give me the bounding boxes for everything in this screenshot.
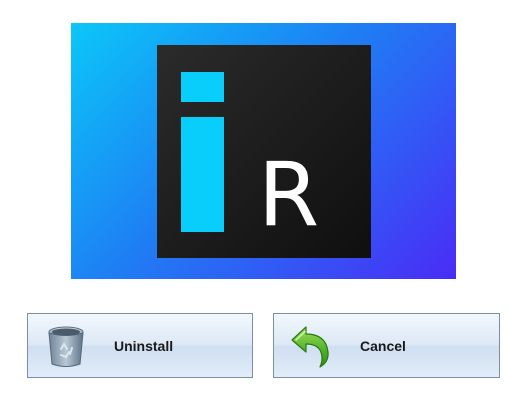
product-banner: R <box>71 23 456 279</box>
uninstall-button-label: Uninstall <box>114 337 174 354</box>
uninstaller-window: R Uninstall Cancel <box>0 0 510 411</box>
back-arrow-icon <box>288 322 336 370</box>
cancel-button-label: Cancel <box>360 337 406 354</box>
cancel-button[interactable]: Cancel <box>273 313 500 378</box>
recycle-bin-icon <box>42 322 90 370</box>
logo-letter: R <box>258 143 320 246</box>
uninstall-button[interactable]: Uninstall <box>27 313 253 378</box>
product-logo: R <box>157 45 371 258</box>
logo-i-stem <box>181 117 224 232</box>
logo-i-dot <box>181 72 224 102</box>
